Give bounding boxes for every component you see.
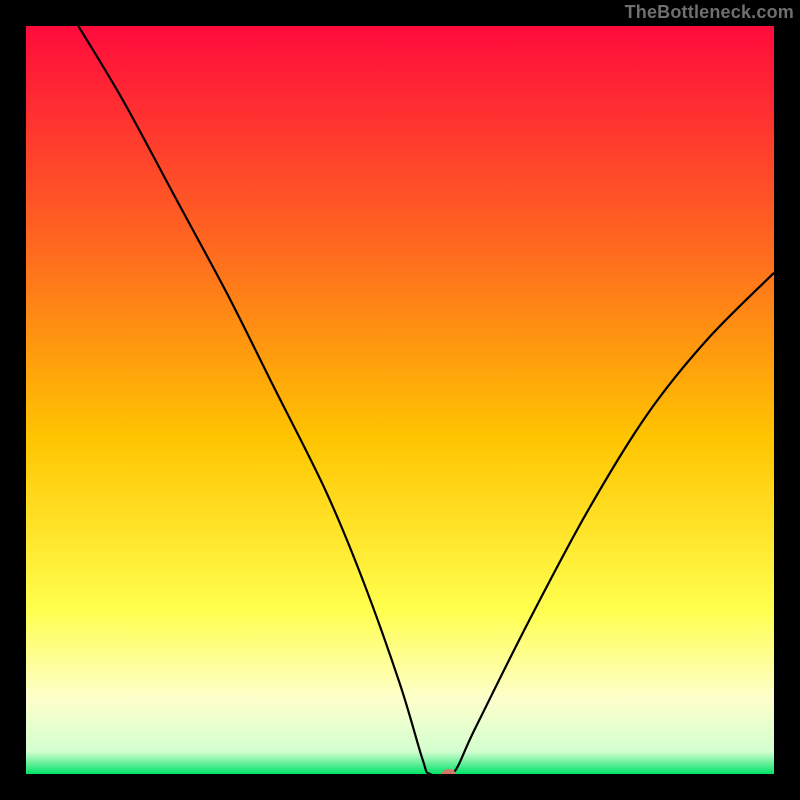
plot-area bbox=[26, 26, 774, 774]
watermark-text: TheBottleneck.com bbox=[625, 0, 794, 24]
gradient-background bbox=[26, 26, 774, 774]
chart-svg bbox=[26, 26, 774, 774]
chart-frame: TheBottleneck.com bbox=[0, 0, 800, 800]
